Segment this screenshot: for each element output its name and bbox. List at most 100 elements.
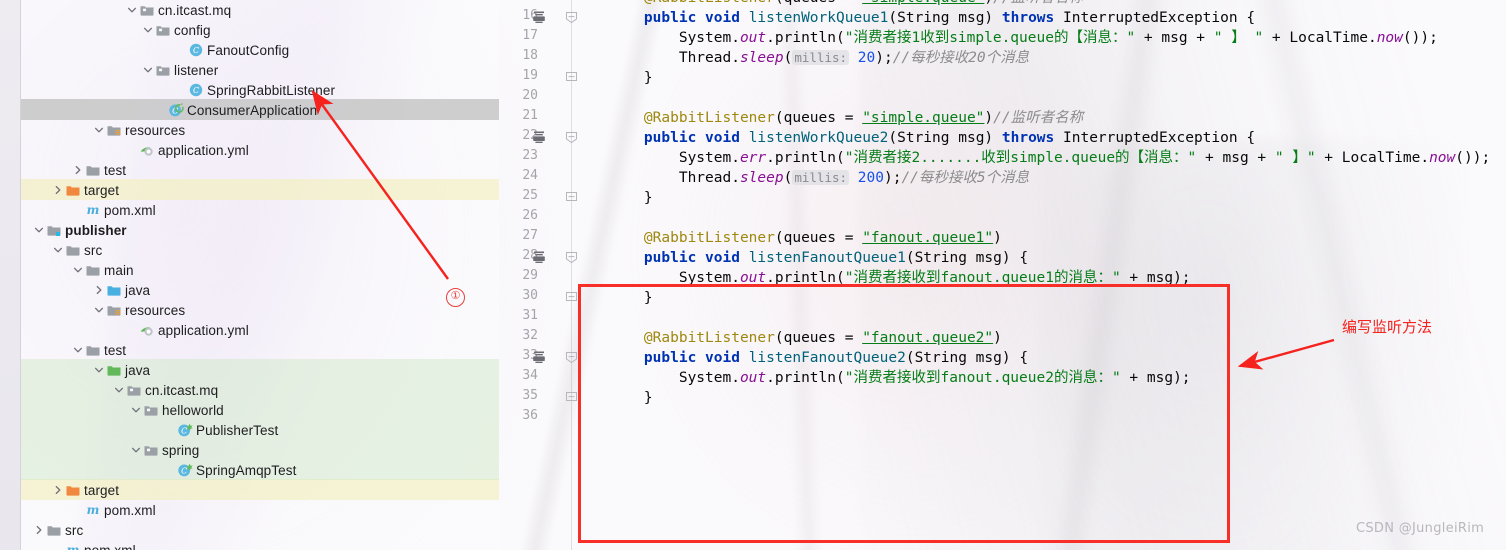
chevron-down-icon[interactable] bbox=[71, 260, 84, 280]
chevron-down-icon[interactable] bbox=[51, 240, 64, 260]
resources-folder-icon bbox=[105, 120, 122, 140]
left-tool-rail[interactable] bbox=[0, 0, 21, 550]
project-tree-rows[interactable]: cn.itcast.mq config C FanoutConfig listener C… bbox=[21, 0, 499, 550]
code-line[interactable]: @RabbitListener(queues = "simple.queue")… bbox=[609, 108, 1083, 128]
code-line[interactable]: public void listenWorkQueue2(String msg)… bbox=[609, 128, 1255, 148]
code-fold-end-icon[interactable] bbox=[565, 71, 578, 84]
code-line[interactable]: } bbox=[609, 188, 653, 208]
tree-item-pom-xml-publisher[interactable]: m pom.xml bbox=[21, 500, 499, 520]
tree-item-consumerapplication[interactable]: C ConsumerApplication bbox=[21, 100, 499, 120]
chevron-right-icon[interactable] bbox=[32, 520, 45, 540]
tree-item-java-main[interactable]: java bbox=[21, 280, 499, 300]
tree-item-test-publisher[interactable]: test bbox=[21, 340, 499, 360]
tree-item-pom-xml-root[interactable]: m pom.xml bbox=[21, 540, 499, 550]
code-line[interactable]: Thread.sleep(millis: 200);//每秒接收5个消息 bbox=[609, 168, 1029, 188]
tree-item-target-publisher[interactable]: target bbox=[21, 480, 499, 500]
gutter-method-marker-icon[interactable] bbox=[532, 250, 548, 266]
tree-item-target[interactable]: target bbox=[21, 180, 499, 200]
chevron-down-icon[interactable] bbox=[129, 400, 142, 420]
tree-item-src-root[interactable]: src bbox=[21, 520, 499, 540]
chevron-down-icon[interactable] bbox=[141, 60, 154, 80]
tree-item-java-test[interactable]: java bbox=[21, 360, 499, 380]
code-line[interactable]: Thread.sleep(millis: 20);//每秒接收20个消息 bbox=[609, 48, 1029, 68]
code-line[interactable]: @RabbitListener(queues = "simple.queue")… bbox=[609, 0, 1083, 8]
folder-gray-icon bbox=[45, 520, 62, 540]
tree-item-springrabbitlistener[interactable]: C SpringRabbitListener bbox=[21, 80, 499, 100]
chevron-right-icon[interactable] bbox=[51, 480, 64, 500]
tree-item-cn-itcast-mq[interactable]: cn.itcast.mq bbox=[21, 0, 499, 20]
code-line[interactable]: @RabbitListener(queues = "fanout.queue1"… bbox=[609, 228, 1002, 248]
chevron-down-icon[interactable] bbox=[92, 120, 105, 140]
package-folder-icon bbox=[154, 20, 171, 40]
chevron-down-icon[interactable] bbox=[125, 0, 138, 20]
tree-twisty-placeholder bbox=[174, 40, 187, 60]
chevron-down-icon[interactable] bbox=[112, 380, 125, 400]
code-line[interactable]: System.err.println("消费者接2.......收到simple… bbox=[609, 148, 1490, 168]
tree-item-application-yml[interactable]: application.yml bbox=[21, 140, 499, 160]
code-fold-end-icon[interactable] bbox=[565, 191, 578, 204]
tree-item-main[interactable]: main bbox=[21, 260, 499, 280]
chevron-right-icon[interactable] bbox=[92, 280, 105, 300]
tree-item-label: src bbox=[65, 522, 84, 538]
tree-item-label: pom.xml bbox=[104, 502, 156, 518]
tree-item-publisher[interactable]: publisher bbox=[21, 220, 499, 240]
tree-item-resources[interactable]: resources bbox=[21, 120, 499, 140]
code-fold-expand-icon[interactable] bbox=[565, 131, 578, 144]
code-fold-end-icon[interactable] bbox=[565, 391, 578, 404]
tree-item-config[interactable]: config bbox=[21, 20, 499, 40]
tree-item-helloworld[interactable]: helloworld bbox=[21, 400, 499, 420]
chevron-down-icon[interactable] bbox=[141, 20, 154, 40]
maven-file-icon: m bbox=[64, 540, 81, 550]
code-token: ); bbox=[875, 50, 893, 66]
folder-gray-icon bbox=[84, 160, 101, 180]
code-fold-expand-icon[interactable] bbox=[565, 11, 578, 24]
tree-item-application-yml-publisher[interactable]: application.yml bbox=[21, 320, 499, 340]
svg-text:C: C bbox=[181, 466, 187, 475]
gutter-method-marker-icon[interactable] bbox=[532, 350, 548, 366]
chevron-down-icon[interactable] bbox=[92, 300, 105, 320]
code-token: ()); bbox=[1402, 30, 1438, 46]
gutter-method-marker-icon[interactable] bbox=[532, 130, 548, 146]
code-token: throws bbox=[1001, 130, 1055, 146]
chevron-down-icon[interactable] bbox=[129, 440, 142, 460]
tree-item-label: PublisherTest bbox=[196, 422, 279, 438]
code-fold-expand-icon[interactable] bbox=[565, 251, 578, 264]
package-folder-icon bbox=[125, 380, 142, 400]
code-token: millis: bbox=[792, 50, 850, 65]
code-token: (queues = bbox=[774, 230, 863, 246]
gutter-method-marker-icon[interactable] bbox=[532, 10, 548, 26]
chevron-down-icon[interactable] bbox=[71, 340, 84, 360]
tree-item-label: spring bbox=[162, 442, 200, 458]
tree-item-fanoutconfig[interactable]: C FanoutConfig bbox=[21, 40, 499, 60]
code-line[interactable]: } bbox=[609, 68, 653, 88]
folder-green-icon bbox=[105, 360, 122, 380]
tree-item-test[interactable]: test bbox=[21, 160, 499, 180]
code-token: public bbox=[643, 10, 697, 26]
project-tool-window[interactable]: cn.itcast.mq config C FanoutConfig listener C… bbox=[21, 0, 499, 550]
code-token: err bbox=[739, 150, 767, 166]
tree-item-cn-itcast-mq-test[interactable]: cn.itcast.mq bbox=[21, 380, 499, 400]
package-folder-icon bbox=[142, 440, 159, 460]
code-line[interactable]: public void listenWorkQueue1(String msg)… bbox=[609, 8, 1255, 28]
chevron-down-icon[interactable] bbox=[92, 360, 105, 380]
package-folder-icon bbox=[154, 60, 171, 80]
tree-item-springamqptest[interactable]: C SpringAmqpTest bbox=[21, 460, 499, 480]
code-fold-end-icon[interactable] bbox=[565, 291, 578, 304]
code-line[interactable]: public void listenFanoutQueue1(String ms… bbox=[609, 248, 1028, 268]
code-token: @RabbitListener bbox=[643, 110, 775, 126]
tree-item-listener[interactable]: listener bbox=[21, 60, 499, 80]
code-fold-expand-icon[interactable] bbox=[565, 351, 578, 364]
code-line[interactable]: System.out.println("消费者接1收到simple.queue的… bbox=[609, 28, 1438, 48]
tree-item-label: test bbox=[104, 162, 127, 178]
tree-item-pom-xml[interactable]: m pom.xml bbox=[21, 200, 499, 220]
tree-item-resources-publisher[interactable]: resources bbox=[21, 300, 499, 320]
chevron-down-icon[interactable] bbox=[32, 220, 45, 240]
chevron-right-icon[interactable] bbox=[71, 160, 84, 180]
code-token: InterruptedException { bbox=[1054, 10, 1256, 26]
tree-item-publishertest[interactable]: C PublisherTest bbox=[21, 420, 499, 440]
tree-item-src[interactable]: src bbox=[21, 240, 499, 260]
tree-item-spring[interactable]: spring bbox=[21, 440, 499, 460]
chevron-right-icon[interactable] bbox=[51, 180, 64, 200]
code-token: "fanout.queue1" bbox=[862, 230, 994, 246]
